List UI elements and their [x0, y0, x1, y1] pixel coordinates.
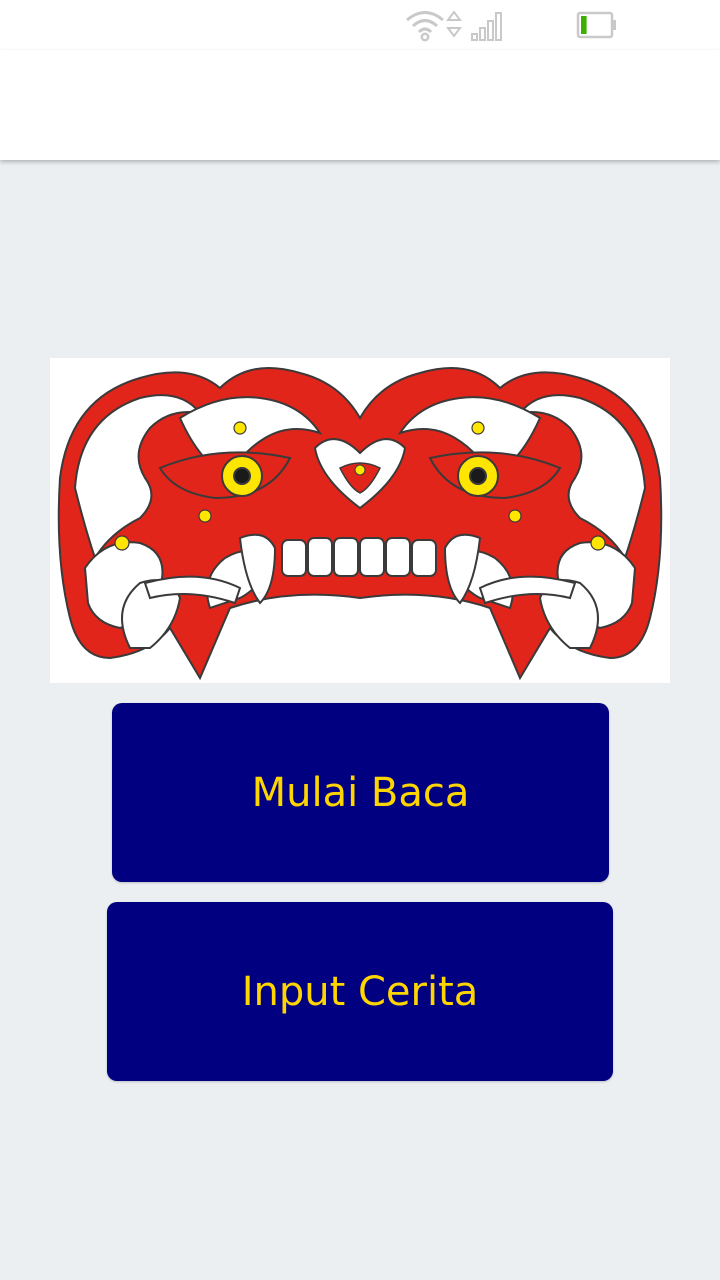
battery-icon — [576, 11, 616, 39]
signal-icon — [471, 12, 502, 41]
dayak-ornament-image — [50, 358, 670, 683]
dayak-ornament-illustration — [57, 367, 663, 681]
start-reading-button[interactable]: Mulai Baca — [112, 703, 609, 882]
input-story-button[interactable]: Input Cerita — [107, 902, 613, 1081]
start-reading-label: Mulai Baca — [251, 769, 470, 816]
app-bar — [0, 50, 720, 160]
wifi-icon — [406, 11, 444, 42]
status-bar — [0, 0, 720, 50]
data-arrows-icon — [446, 10, 462, 38]
input-story-label: Input Cerita — [241, 968, 479, 1015]
